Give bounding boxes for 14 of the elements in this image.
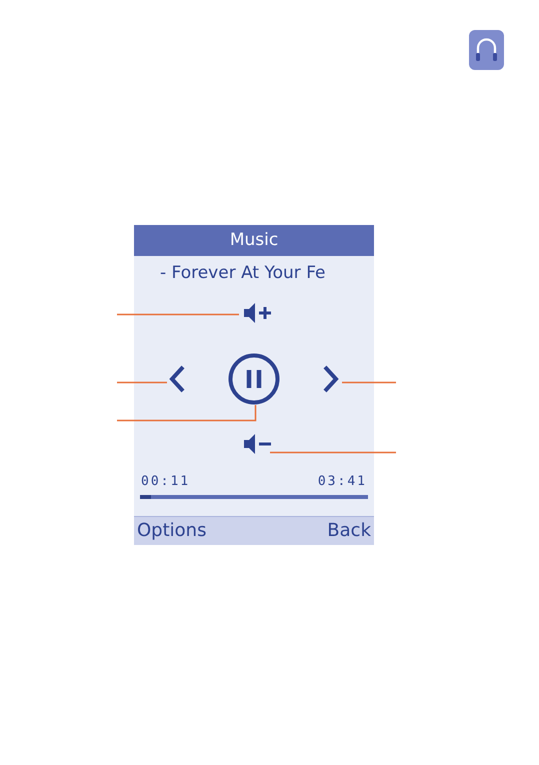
previous-icon[interactable]	[168, 365, 186, 393]
track-title: - Forever At Your Fe	[160, 262, 326, 286]
leader-line	[342, 381, 396, 384]
pause-icon[interactable]	[228, 353, 280, 405]
volume-up-icon[interactable]	[243, 302, 273, 324]
next-icon[interactable]	[322, 365, 340, 393]
soft-key[interactable]: Options	[137, 522, 206, 540]
elapsed-time: 00:11	[141, 473, 190, 491]
headphones-icon	[469, 30, 504, 70]
total-time: 03:41	[318, 473, 367, 491]
screen-title: Music	[230, 228, 278, 252]
leader-line	[117, 381, 167, 384]
soft-key[interactable]: Back	[327, 522, 371, 540]
volume-down-icon[interactable]	[243, 433, 273, 455]
